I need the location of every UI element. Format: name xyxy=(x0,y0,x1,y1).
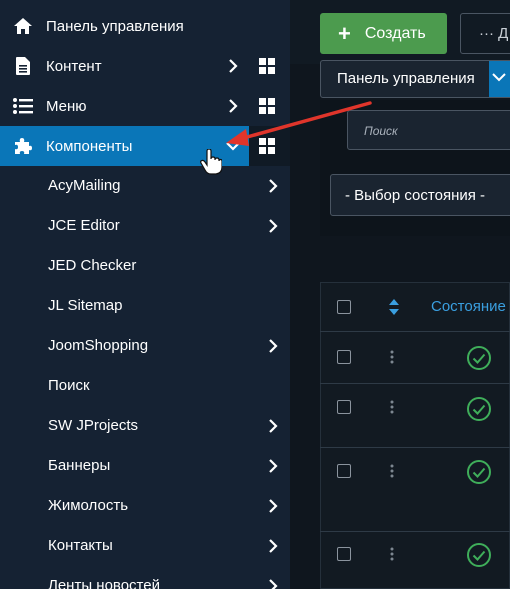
puzzle-icon xyxy=(13,136,33,156)
submenu-item-acymailing[interactable]: AcyMailing xyxy=(0,166,290,206)
dropdown-toggle[interactable] xyxy=(489,61,510,97)
published-check-icon[interactable] xyxy=(466,542,492,568)
chevron-right-icon[interactable] xyxy=(224,57,242,75)
submenu-item-newsfeeds[interactable]: Ленты новостей xyxy=(0,566,290,589)
state-select[interactable]: - Выбор состояния - xyxy=(330,174,510,216)
submenu-item-label: SW JProjects xyxy=(48,417,139,434)
create-button[interactable]: + Создать xyxy=(320,13,447,54)
drag-handle-icon[interactable] xyxy=(390,400,394,414)
column-header-state[interactable]: Состояние xyxy=(431,298,506,315)
submenu-item-label: JL Sitemap xyxy=(48,297,123,314)
hand-cursor-icon xyxy=(200,149,222,175)
sidebar-item-label: Меню xyxy=(46,97,87,115)
submenu-item-banners[interactable]: Баннеры xyxy=(0,446,290,486)
chevron-right-icon[interactable] xyxy=(264,457,282,475)
more-actions-button[interactable]: ··· Д xyxy=(460,13,510,54)
file-icon xyxy=(13,56,33,76)
chevron-right-icon[interactable] xyxy=(264,337,282,355)
chevron-right-icon[interactable] xyxy=(264,537,282,555)
submenu-item-label: Баннеры xyxy=(48,457,111,474)
panel-select[interactable]: Панель управления xyxy=(320,60,510,98)
row-divider xyxy=(320,383,510,384)
list-icon xyxy=(13,96,33,116)
grid-icon[interactable] xyxy=(259,138,275,154)
submenu-item-label: Жимолость xyxy=(48,497,129,514)
grid-icon[interactable] xyxy=(259,98,275,114)
row-divider xyxy=(320,531,510,532)
sidebar-item-label: Контент xyxy=(46,57,102,75)
submenu-item-search[interactable]: Поиск xyxy=(0,366,290,406)
chevron-right-icon[interactable] xyxy=(264,497,282,515)
state-select-value: - Выбор состояния - xyxy=(345,187,486,204)
row-checkbox[interactable] xyxy=(337,400,351,414)
home-icon xyxy=(13,16,33,36)
more-actions-label: ··· Д xyxy=(479,25,509,42)
chevron-right-icon[interactable] xyxy=(224,97,242,115)
row-checkbox[interactable] xyxy=(337,464,351,478)
sidebar-item-label: Компоненты xyxy=(46,137,133,155)
chevron-right-icon[interactable] xyxy=(264,577,282,589)
drag-handle-icon[interactable] xyxy=(390,350,394,364)
submenu-item-contacts[interactable]: Контакты xyxy=(0,526,290,566)
submenu-item-label: AcyMailing xyxy=(48,177,121,194)
submenu-item-jed-checker[interactable]: JED Checker xyxy=(0,246,290,286)
plus-icon: + xyxy=(338,20,351,46)
panel-select-value: Панель управления xyxy=(337,70,475,87)
row-checkbox[interactable] xyxy=(337,350,351,364)
submenu-item-label: Контакты xyxy=(48,537,113,554)
row-divider xyxy=(320,447,510,448)
published-check-icon[interactable] xyxy=(466,396,492,422)
row-checkbox[interactable] xyxy=(337,547,351,561)
chevron-down-icon xyxy=(492,73,506,82)
search-placeholder: Поиск xyxy=(364,124,398,138)
published-check-icon[interactable] xyxy=(466,459,492,485)
chevron-right-icon[interactable] xyxy=(264,177,282,195)
search-input[interactable]: Поиск xyxy=(347,110,510,150)
published-check-icon[interactable] xyxy=(466,345,492,371)
sidebar: Панель управления Контент Меню Компонент… xyxy=(0,0,290,589)
sidebar-item-content[interactable]: Контент xyxy=(0,46,290,86)
grid-icon[interactable] xyxy=(259,58,275,74)
submenu-item-label: Ленты новостей xyxy=(48,577,160,589)
submenu-item-jl-sitemap[interactable]: JL Sitemap xyxy=(0,286,290,326)
chevron-right-icon[interactable] xyxy=(264,217,282,235)
select-all-checkbox[interactable] xyxy=(337,300,351,314)
submenu-item-label: JoomShopping xyxy=(48,337,149,354)
submenu-item-sw-jprojects[interactable]: SW JProjects xyxy=(0,406,290,446)
submenu-item-zhimolost[interactable]: Жимолость xyxy=(0,486,290,526)
chevron-right-icon[interactable] xyxy=(264,417,282,435)
sidebar-item-dashboard[interactable]: Панель управления xyxy=(0,6,290,46)
sidebar-item-menu[interactable]: Меню xyxy=(0,86,290,126)
submenu-item-label: Поиск xyxy=(48,377,90,394)
chevron-down-icon[interactable] xyxy=(224,137,242,155)
drag-handle-icon[interactable] xyxy=(390,547,394,561)
sort-icon[interactable] xyxy=(387,298,401,316)
drag-handle-icon[interactable] xyxy=(390,464,394,478)
sidebar-item-label: Панель управления xyxy=(46,17,184,35)
submenu-item-joomshopping[interactable]: JoomShopping xyxy=(0,326,290,366)
create-button-label: Создать xyxy=(364,24,426,42)
submenu-item-label: JED Checker xyxy=(48,257,137,274)
submenu-item-label: JCE Editor xyxy=(48,217,120,234)
submenu-item-jce-editor[interactable]: JCE Editor xyxy=(0,206,290,246)
